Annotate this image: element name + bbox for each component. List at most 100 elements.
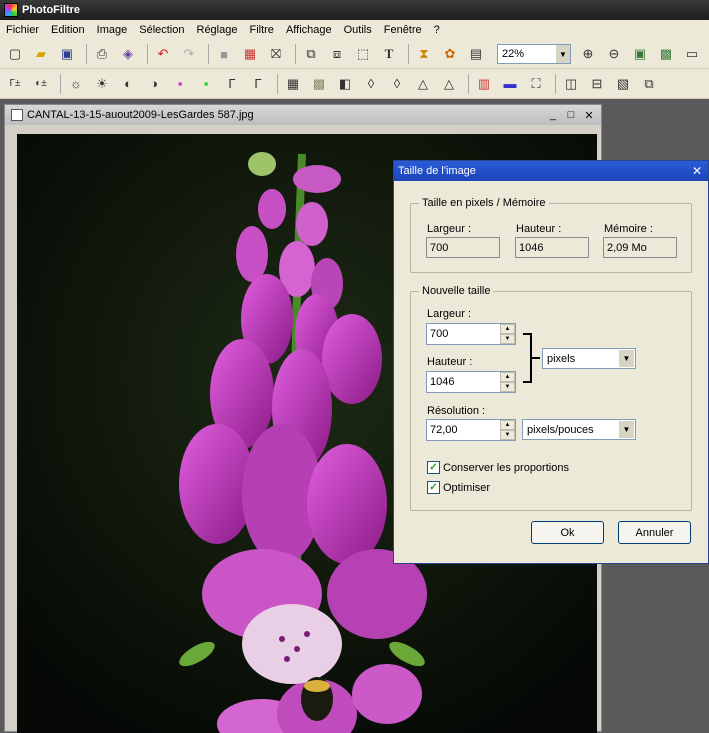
- ok-button[interactable]: Ok: [531, 521, 604, 544]
- undo-icon[interactable]: ↶: [152, 43, 174, 65]
- copy-image-icon[interactable]: ⧉: [300, 43, 322, 65]
- auto-contrast-icon[interactable]: ◐±: [30, 73, 52, 95]
- grid-icon[interactable]: ▦: [282, 73, 304, 95]
- save-icon[interactable]: ▣: [56, 43, 78, 65]
- main-toolbar: ▢ ▰ ▣ ⎙ ◈ ↶ ↷ ■ ▦ ⛝ ⧉ ⧈ ⬚ T ⧗ ✿ ▤ 22% ▼ …: [0, 40, 709, 69]
- open-icon[interactable]: ▰: [30, 43, 52, 65]
- text-icon[interactable]: T: [378, 43, 400, 65]
- chevron-down-icon[interactable]: ▼: [556, 45, 570, 63]
- resolution-unit-select[interactable]: pixels/pouces ▼: [522, 419, 636, 440]
- checkmark-icon[interactable]: ✓: [427, 461, 440, 474]
- keep-ratio-checkbox[interactable]: ✓ Conserver les proportions: [427, 461, 569, 474]
- gamma-down-icon[interactable]: Γ: [221, 73, 243, 95]
- spin-up-icon[interactable]: ▲: [500, 324, 515, 334]
- menu-reglage[interactable]: Réglage: [191, 24, 244, 36]
- gamma-up-icon[interactable]: Γ: [247, 73, 269, 95]
- chevron-down-icon[interactable]: ▼: [619, 421, 634, 438]
- flower-icon[interactable]: ✿: [439, 43, 461, 65]
- maximize-icon[interactable]: □: [563, 108, 579, 122]
- separator: [277, 73, 278, 94]
- spin-up-icon[interactable]: ▲: [500, 420, 515, 430]
- saturation-down-icon[interactable]: ▪: [169, 73, 191, 95]
- flip-v-icon[interactable]: ⊟: [586, 73, 608, 95]
- dialog-titlebar: Taille de l'image ✕: [394, 161, 708, 181]
- menu-fichier[interactable]: Fichier: [0, 24, 45, 36]
- redo-icon[interactable]: ↷: [178, 43, 200, 65]
- menu-edition[interactable]: Edition: [45, 24, 91, 36]
- saturation-up-icon[interactable]: ▪: [195, 73, 217, 95]
- sharpen2-icon[interactable]: △: [438, 73, 460, 95]
- chevron-down-icon[interactable]: ▼: [619, 350, 634, 367]
- flip-h-icon[interactable]: ◫: [560, 73, 582, 95]
- menu-fenetre[interactable]: Fenêtre: [378, 24, 428, 36]
- fit-image-icon[interactable]: ▣: [629, 43, 651, 65]
- transform-icon[interactable]: ⛶: [525, 73, 547, 95]
- zoom-out-icon[interactable]: ⊖: [603, 43, 625, 65]
- menu-image[interactable]: Image: [91, 24, 134, 36]
- zoom-select[interactable]: 22% ▼: [497, 44, 571, 64]
- separator: [208, 44, 209, 64]
- new-width-input[interactable]: 700 ▲ ▼: [426, 323, 516, 345]
- new-height-input[interactable]: 1046 ▲ ▼: [426, 371, 516, 393]
- drop-icon[interactable]: ◊: [360, 73, 382, 95]
- height-spinner[interactable]: ▲ ▼: [500, 372, 515, 392]
- pixel-size-group: Taille en pixels / Mémoire: [410, 197, 692, 273]
- close-icon[interactable]: ✕: [581, 108, 597, 122]
- rotate-icon[interactable]: ▧: [612, 73, 634, 95]
- zoom-in-icon[interactable]: ⊕: [577, 43, 599, 65]
- width-spinner[interactable]: ▲ ▼: [500, 324, 515, 344]
- minimize-icon[interactable]: _: [545, 108, 561, 122]
- resize-icon[interactable]: ⧉: [638, 73, 660, 95]
- blur-icon[interactable]: ◧: [334, 73, 356, 95]
- menu-selection[interactable]: Sélection: [133, 24, 190, 36]
- document-titlebar: CANTAL-13-15-auout2009-LesGardes 587.jpg…: [5, 105, 601, 125]
- paste-image-icon[interactable]: ⧈: [326, 43, 348, 65]
- spin-down-icon[interactable]: ▼: [500, 334, 515, 344]
- fullscreen-icon[interactable]: ▭: [681, 43, 703, 65]
- auto-levels-icon[interactable]: Γ±: [4, 73, 26, 95]
- dialog-title: Taille de l'image: [398, 165, 476, 177]
- monitor-icon[interactable]: ▬: [499, 73, 521, 95]
- gray-icon[interactable]: ■: [213, 43, 235, 65]
- contrast-down-icon[interactable]: ◐: [117, 73, 139, 95]
- spin-down-icon[interactable]: ▼: [500, 382, 515, 392]
- menu-outils[interactable]: Outils: [338, 24, 378, 36]
- resolution-label: Résolution :: [427, 405, 486, 417]
- adjust-toolbar: Γ± ◐± ☼ ☀ ◐ ◑ ▪ ▪ Γ Γ ▦ ▩ ◧ ◊ ◊ △ △ ▥ ▬ …: [0, 69, 709, 99]
- unit-select[interactable]: pixels ▼: [542, 348, 636, 369]
- sharpen-icon[interactable]: △: [412, 73, 434, 95]
- color-icon[interactable]: ▥: [473, 73, 495, 95]
- checkmark-icon[interactable]: ✓: [427, 481, 440, 494]
- resolution-spinner[interactable]: ▲ ▼: [500, 420, 515, 440]
- mosaic-icon[interactable]: ▩: [308, 73, 330, 95]
- image-size-dialog: Taille de l'image ✕ Taille en pixels / M…: [393, 160, 709, 564]
- brightness-up-icon[interactable]: ☀: [91, 73, 113, 95]
- drop2-icon[interactable]: ◊: [386, 73, 408, 95]
- print-icon[interactable]: ⎙: [91, 43, 113, 65]
- menu-help[interactable]: ?: [428, 24, 446, 36]
- layers-icon[interactable]: ⧗: [413, 43, 435, 65]
- spin-up-icon[interactable]: ▲: [500, 372, 515, 382]
- spin-down-icon[interactable]: ▼: [500, 430, 515, 440]
- resolution-input[interactable]: 72,00 ▲ ▼: [426, 419, 516, 441]
- actual-size-icon[interactable]: ▩: [655, 43, 677, 65]
- window-icon[interactable]: ▤: [465, 43, 487, 65]
- scan-icon[interactable]: ◈: [117, 43, 139, 65]
- link-bracket: [523, 333, 532, 383]
- transparency-icon[interactable]: ⛝: [265, 43, 287, 65]
- separator: [60, 73, 61, 94]
- optimize-checkbox[interactable]: ✓ Optimiser: [427, 481, 490, 494]
- select-icon[interactable]: ⬚: [352, 43, 374, 65]
- menu-affichage[interactable]: Affichage: [280, 24, 338, 36]
- new-width-label: Largeur :: [427, 308, 472, 320]
- new-icon[interactable]: ▢: [4, 43, 26, 65]
- menu-filtre[interactable]: Filtre: [243, 24, 279, 36]
- photofiltre-logo-icon: [4, 3, 18, 17]
- image-file-icon: [11, 109, 23, 121]
- palette-icon[interactable]: ▦: [239, 43, 261, 65]
- contrast-up-icon[interactable]: ◑: [143, 73, 165, 95]
- memory-field: 2,09 Mo: [603, 237, 677, 258]
- close-icon[interactable]: ✕: [689, 163, 705, 178]
- cancel-button[interactable]: Annuler: [618, 521, 691, 544]
- brightness-down-icon[interactable]: ☼: [65, 73, 87, 95]
